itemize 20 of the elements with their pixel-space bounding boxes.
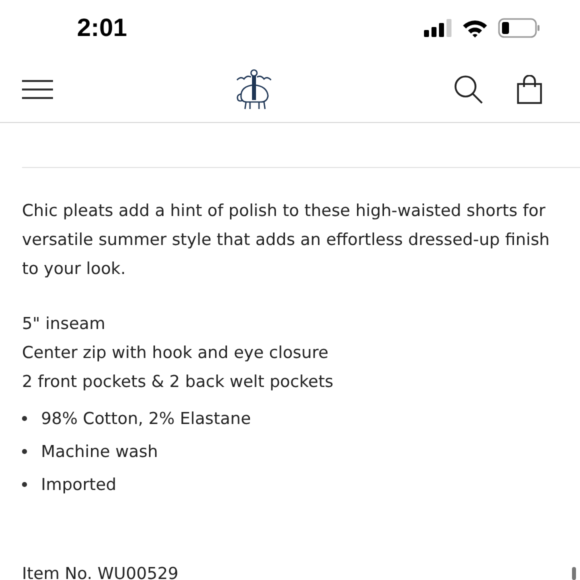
status-time: 2:01 — [77, 14, 128, 42]
detail-line: Center zip with hook and eye closure — [22, 342, 330, 364]
bullet-icon — [22, 482, 27, 487]
bullet-icon — [22, 449, 27, 454]
product-description: Chic pleats add a hint of polish to these high-waisted shorts for versatile summer style that adds an effortless dressed-up finish to your look. — [22, 200, 551, 280]
shopping-bag-icon[interactable] — [517, 74, 542, 104]
wifi-icon — [462, 18, 488, 38]
detail-line: 2 front pockets & 2 back welt pockets — [22, 371, 334, 393]
bullet-icon — [22, 416, 27, 421]
detail-line: 5" inseam — [22, 313, 106, 335]
menu-icon[interactable] — [22, 80, 53, 98]
feature-text: 98% Cotton, 2% Elastane — [41, 408, 251, 430]
feature-text: Machine wash — [41, 441, 158, 463]
item-number: Item No. WU00529 — [22, 564, 178, 580]
feature-text: Imported — [41, 474, 116, 496]
search-icon[interactable] — [454, 74, 483, 104]
sheep-logo-icon[interactable] — [234, 68, 272, 110]
scroll-bar — [572, 567, 576, 580]
signal-icon — [424, 19, 452, 37]
battery-icon — [498, 18, 540, 38]
